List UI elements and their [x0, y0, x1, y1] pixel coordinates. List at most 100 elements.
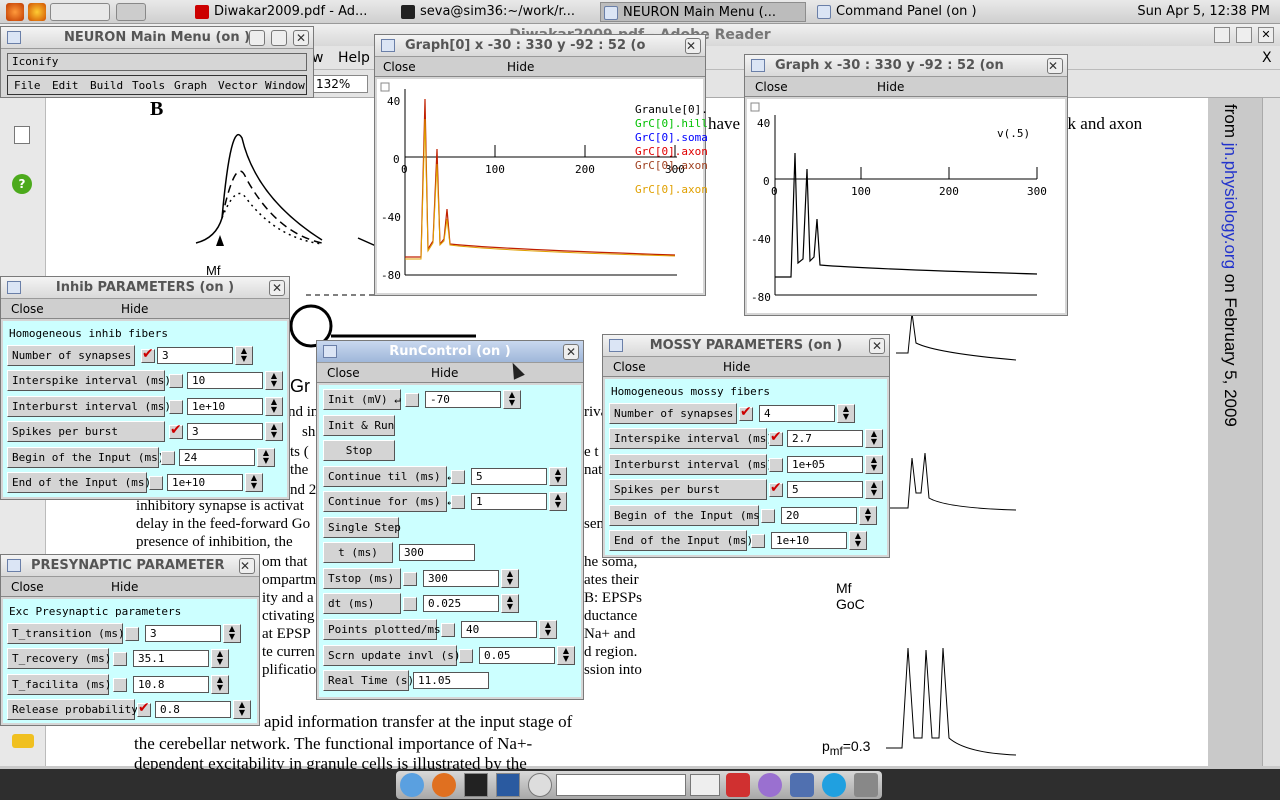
- menu-vector[interactable]: Vector: [218, 79, 258, 92]
- t-button[interactable]: t (ms): [323, 542, 393, 563]
- workspace-icon[interactable]: [116, 3, 146, 21]
- spinner-arrows[interactable]: ▲ ▼: [859, 506, 877, 525]
- param-field[interactable]: 1e+10: [187, 398, 263, 415]
- param-field[interactable]: 24: [179, 449, 255, 466]
- scrn-update-button[interactable]: Scrn update invl (s): [323, 645, 460, 666]
- param-field[interactable]: 5: [787, 481, 863, 498]
- inhib-titlebar[interactable]: Inhib PARAMETERS (on ) ✕: [1, 277, 289, 299]
- modified-checkbox[interactable]: [761, 509, 775, 523]
- tstop-button[interactable]: Tstop (ms): [323, 568, 401, 589]
- task-command-panel[interactable]: Command Panel (on ): [814, 2, 1014, 22]
- param-button[interactable]: T_recovery (ms): [7, 648, 111, 669]
- modified-checkbox[interactable]: [125, 627, 139, 641]
- window-menu-icon[interactable]: [7, 281, 21, 294]
- window-menu-icon[interactable]: [323, 345, 337, 358]
- t-field[interactable]: 300: [399, 544, 475, 561]
- dt-checkbox[interactable]: [403, 597, 417, 611]
- modified-checkbox[interactable]: [113, 678, 127, 692]
- spinner-arrows[interactable]: ▲ ▼: [265, 397, 283, 416]
- lock-icon[interactable]: [790, 773, 814, 797]
- modified-checkbox[interactable]: [169, 374, 183, 388]
- stop-button[interactable]: Stop: [323, 440, 395, 461]
- param-button[interactable]: Number of synapses: [7, 345, 135, 366]
- param-button[interactable]: Interspike interval (ms): [609, 428, 773, 449]
- param-field[interactable]: 1e+10: [771, 532, 847, 549]
- modified-checkbox[interactable]: [769, 458, 783, 472]
- param-button[interactable]: Spikes per burst: [7, 421, 165, 442]
- spinner-arrows[interactable]: ▲ ▼: [865, 455, 883, 474]
- doc-close[interactable]: X: [1262, 50, 1272, 66]
- modified-checkbox[interactable]: [751, 534, 765, 548]
- clock-icon[interactable]: [528, 773, 552, 797]
- param-button[interactable]: Begin of the Input (ms): [7, 447, 164, 468]
- graph0-titlebar[interactable]: Graph[0] x -30 : 330 y -92 : 52 (o ✕: [375, 35, 705, 57]
- graph0-canvas[interactable]: 40 0 -40 -80 0 100 200 300 Granule[0]. G…: [377, 79, 708, 293]
- continue-for-field[interactable]: 1: [471, 493, 547, 510]
- help-icon[interactable]: ?: [12, 174, 32, 194]
- zoom-field[interactable]: 132%: [312, 75, 368, 93]
- modified-checkbox[interactable]: [137, 700, 151, 717]
- hide-button[interactable]: Hide: [877, 80, 904, 94]
- spinner-arrows[interactable]: ▲ ▼: [235, 346, 253, 365]
- close-button[interactable]: Close: [755, 80, 788, 94]
- close-icon[interactable]: ✕: [869, 338, 885, 354]
- param-field[interactable]: 3: [157, 347, 233, 364]
- param-field[interactable]: 2.7: [787, 430, 863, 447]
- real-time-button[interactable]: Real Time (s): [323, 670, 414, 691]
- close-button[interactable]: Close: [11, 580, 44, 594]
- param-field[interactable]: 20: [781, 507, 857, 524]
- task-neuron-main[interactable]: NEURON Main Menu (...: [600, 2, 806, 22]
- param-button[interactable]: Interburst interval (ms): [7, 396, 171, 417]
- chat-icon[interactable]: [758, 773, 782, 797]
- spinner-arrows[interactable]: ▲ ▼: [865, 480, 883, 499]
- window-menu-icon[interactable]: [7, 559, 21, 572]
- scrn-update-field[interactable]: 0.05: [479, 647, 555, 664]
- task-terminal[interactable]: seva@sim36:~/work/r...: [398, 2, 594, 22]
- menu-build[interactable]: Build: [90, 79, 123, 92]
- spinner-arrows[interactable]: ▲ ▼: [501, 569, 519, 588]
- spinner-arrows[interactable]: ▲ ▼: [257, 448, 275, 467]
- modified-checkbox[interactable]: [113, 652, 127, 666]
- param-button[interactable]: Number of synapses: [609, 403, 737, 424]
- param-button[interactable]: T_transition (ms): [7, 623, 125, 644]
- spinner-arrows[interactable]: ▲ ▼: [539, 620, 557, 639]
- continue-til-checkbox[interactable]: [451, 470, 465, 484]
- close-icon[interactable]: ✕: [1047, 58, 1063, 74]
- modified-checkbox[interactable]: [739, 404, 753, 421]
- firefox-icon[interactable]: [432, 773, 456, 797]
- spinner-arrows[interactable]: ▲ ▼: [865, 429, 883, 448]
- param-field[interactable]: 35.1: [133, 650, 209, 667]
- pages-icon[interactable]: [14, 126, 30, 144]
- dt-button[interactable]: dt (ms): [323, 593, 401, 614]
- launcher-icon[interactable]: [400, 773, 424, 797]
- param-button[interactable]: Interburst interval (ms): [609, 454, 773, 475]
- main-menu-titlebar[interactable]: NEURON Main Menu (on ) ✕: [1, 27, 313, 49]
- modified-checkbox[interactable]: [141, 346, 155, 363]
- menu-tools[interactable]: Tools: [132, 79, 165, 92]
- close-button[interactable]: Close: [613, 360, 646, 374]
- close-icon[interactable]: ✕: [1258, 27, 1274, 43]
- maximize-icon[interactable]: [271, 30, 287, 46]
- graph1-titlebar[interactable]: Graph x -30 : 330 y -92 : 52 (on ✕: [745, 55, 1067, 77]
- param-field[interactable]: 3: [145, 625, 221, 642]
- close-button[interactable]: Close: [11, 302, 44, 316]
- power-icon[interactable]: [726, 773, 750, 797]
- param-field[interactable]: 10: [187, 372, 263, 389]
- param-field[interactable]: 10.8: [133, 676, 209, 693]
- hide-button[interactable]: Hide: [111, 580, 138, 594]
- param-button[interactable]: End of the Input (ms): [7, 472, 151, 493]
- spinner-arrows[interactable]: ▲ ▼: [265, 422, 283, 441]
- graph1-canvas[interactable]: 40 0 -40 -80 0 100 200 300 v(.5): [747, 99, 1065, 313]
- points-plotted-checkbox[interactable]: [441, 623, 455, 637]
- modified-checkbox[interactable]: [769, 429, 783, 446]
- param-field[interactable]: 3: [187, 423, 263, 440]
- param-field[interactable]: 0.8: [155, 701, 231, 718]
- window-menu-icon[interactable]: [381, 39, 395, 52]
- scrn-update-checkbox[interactable]: [459, 649, 473, 663]
- param-button[interactable]: Begin of the Input (ms): [609, 505, 766, 526]
- spinner-arrows[interactable]: ▲ ▼: [223, 624, 241, 643]
- continue-til-button[interactable]: Continue til (ms) ↵: [323, 466, 454, 487]
- param-button[interactable]: Interspike interval (ms): [7, 370, 171, 391]
- spinner-arrows[interactable]: ▲ ▼: [503, 390, 521, 409]
- monitor-icon[interactable]: [496, 773, 520, 797]
